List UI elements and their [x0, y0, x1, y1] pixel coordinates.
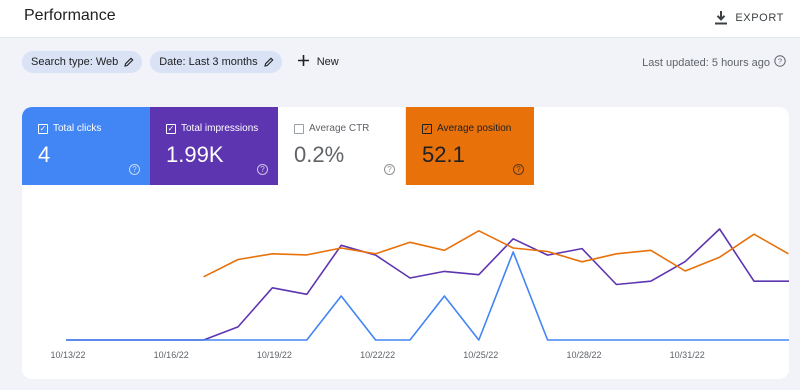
- last-updated-text: Last updated: 5 hours ago: [642, 56, 770, 69]
- metric-value: 0.2%: [294, 142, 345, 167]
- x-tick-label: 10/16/22: [154, 350, 189, 360]
- search-type-filter-label: Search type: Web: [31, 56, 119, 68]
- help-icon[interactable]: ?: [257, 164, 268, 175]
- export-label: EXPORT: [735, 12, 784, 24]
- metric-tile-total-impressions[interactable]: ✓ Total impressions 1.99K ?: [150, 107, 278, 185]
- new-filter-label: New: [316, 56, 339, 68]
- x-tick-label: 10/25/22: [463, 350, 498, 360]
- svg-text:?: ?: [778, 57, 782, 66]
- last-updated: Last updated: 5 hours ago ?: [642, 55, 786, 70]
- date-filter-label: Date: Last 3 months: [159, 56, 258, 68]
- metric-value: 1.99K: [166, 142, 224, 167]
- metric-tiles: ✓ Total clicks 4 ? ✓ Total impressions 1…: [22, 107, 534, 185]
- pencil-icon: [263, 57, 274, 67]
- metric-tile-average-ctr[interactable]: Average CTR 0.2% ?: [278, 107, 406, 185]
- metric-label: Total clicks: [53, 123, 102, 134]
- download-icon: [715, 11, 728, 25]
- x-tick-label: 10/22/22: [360, 350, 395, 360]
- metric-label: Average position: [437, 123, 512, 134]
- help-icon[interactable]: ?: [774, 55, 786, 70]
- filter-bar: Search type: Web Date: Last 3 months New: [22, 50, 339, 74]
- new-filter-button[interactable]: New: [297, 55, 339, 69]
- help-icon[interactable]: ?: [384, 164, 395, 175]
- performance-card: ✓ Total clicks 4 ? ✓ Total impressions 1…: [22, 107, 789, 379]
- performance-line-chart: 10/13/22 10/16/22 10/19/22 10/22/22 10/25/22…: [50, 228, 789, 360]
- date-filter-chip[interactable]: Date: Last 3 months: [150, 51, 282, 73]
- x-tick-label: 10/13/22: [50, 350, 85, 360]
- metric-tile-total-clicks[interactable]: ✓ Total clicks 4 ?: [22, 107, 150, 185]
- metric-tile-average-position[interactable]: ✓ Average position 52.1 ?: [406, 107, 534, 185]
- checkbox-checked-icon[interactable]: ✓: [166, 124, 176, 134]
- metric-value: 4: [38, 142, 51, 167]
- checkbox-checked-icon[interactable]: ✓: [38, 124, 48, 134]
- export-button[interactable]: EXPORT: [715, 7, 784, 29]
- x-tick-label: 10/19/22: [257, 350, 292, 360]
- x-tick-label: 10/31/22: [670, 350, 705, 360]
- top-bar: Performance EXPORT: [0, 0, 800, 38]
- checkbox-checked-icon[interactable]: ✓: [422, 124, 432, 134]
- series-line-total-clicks: [66, 251, 789, 341]
- metric-label: Total impressions: [181, 123, 259, 134]
- metric-label: Average CTR: [309, 123, 370, 134]
- metric-value: 52.1: [422, 142, 465, 167]
- checkbox-unchecked-icon[interactable]: [294, 124, 304, 134]
- page-title: Performance: [24, 7, 116, 24]
- x-tick-label: 10/28/22: [566, 350, 601, 360]
- pencil-icon: [124, 57, 134, 67]
- plus-icon: [297, 55, 309, 69]
- help-icon[interactable]: ?: [513, 164, 524, 175]
- help-icon[interactable]: ?: [129, 164, 140, 175]
- search-type-filter-chip[interactable]: Search type: Web: [22, 51, 143, 73]
- series-line-average-position: [203, 230, 789, 278]
